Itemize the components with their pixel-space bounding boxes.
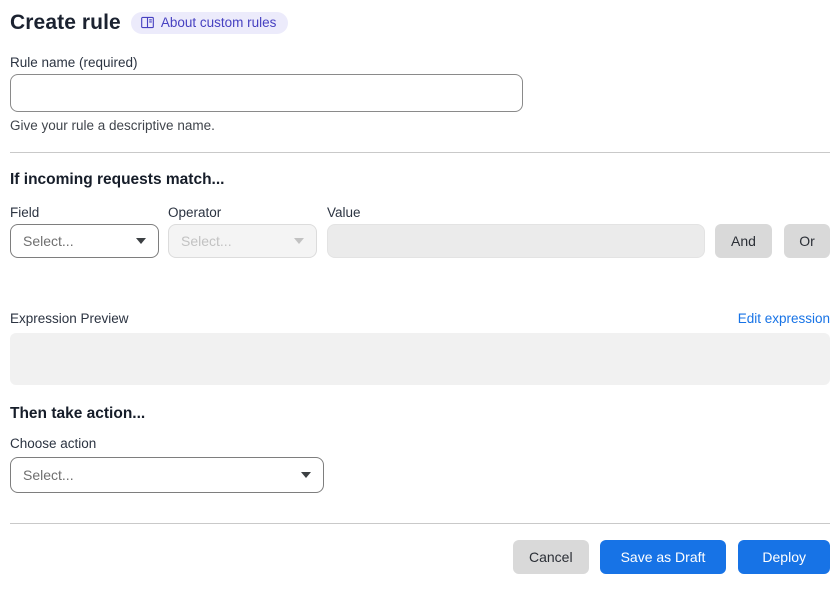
- action-section-heading: Then take action...: [10, 405, 146, 422]
- operator-select: Select...: [168, 224, 317, 258]
- cancel-button[interactable]: Cancel: [512, 540, 589, 574]
- save-as-draft-button[interactable]: Save as Draft: [599, 540, 727, 574]
- expression-header-row: Expression Preview Edit expression: [10, 311, 830, 326]
- builder-labels-row: Field Operator Value: [10, 205, 830, 220]
- expression-preview-label: Expression Preview: [10, 311, 129, 326]
- page-header: Create rule About custom rules: [10, 10, 830, 36]
- operator-label: Operator: [168, 205, 222, 220]
- value-input: [327, 224, 705, 258]
- rule-name-input[interactable]: [10, 74, 523, 112]
- footer-divider: [10, 523, 830, 524]
- book-icon: [140, 15, 155, 30]
- field-label: Field: [10, 205, 40, 220]
- badge-label: About custom rules: [160, 15, 277, 30]
- chevron-down-icon: [294, 238, 304, 244]
- builder-controls-row: Select... Select... And Or: [10, 224, 830, 258]
- rule-name-helper: Give your rule a descriptive name.: [10, 118, 215, 133]
- value-label: Value: [327, 205, 361, 220]
- footer-actions: Cancel Save as Draft Deploy: [10, 540, 830, 574]
- deploy-button[interactable]: Deploy: [738, 540, 830, 574]
- action-select[interactable]: Select...: [10, 457, 324, 493]
- and-button[interactable]: And: [715, 224, 772, 258]
- field-select-value: Select...: [23, 233, 74, 249]
- edit-expression-link[interactable]: Edit expression: [738, 311, 830, 326]
- create-rule-page: Create rule About custom rules Rule name…: [0, 0, 839, 574]
- chevron-down-icon: [301, 472, 311, 478]
- page-title: Create rule: [10, 11, 121, 34]
- match-section-heading: If incoming requests match...: [10, 171, 225, 188]
- chevron-down-icon: [136, 238, 146, 244]
- about-custom-rules-badge[interactable]: About custom rules: [130, 12, 289, 34]
- rule-name-label: Rule name (required): [10, 55, 138, 70]
- expression-preview-box: [10, 333, 830, 385]
- or-button[interactable]: Or: [784, 224, 830, 258]
- action-select-value: Select...: [23, 467, 74, 483]
- operator-select-value: Select...: [181, 233, 232, 249]
- section-divider: [10, 152, 830, 153]
- choose-action-label: Choose action: [10, 436, 97, 451]
- field-select[interactable]: Select...: [10, 224, 159, 258]
